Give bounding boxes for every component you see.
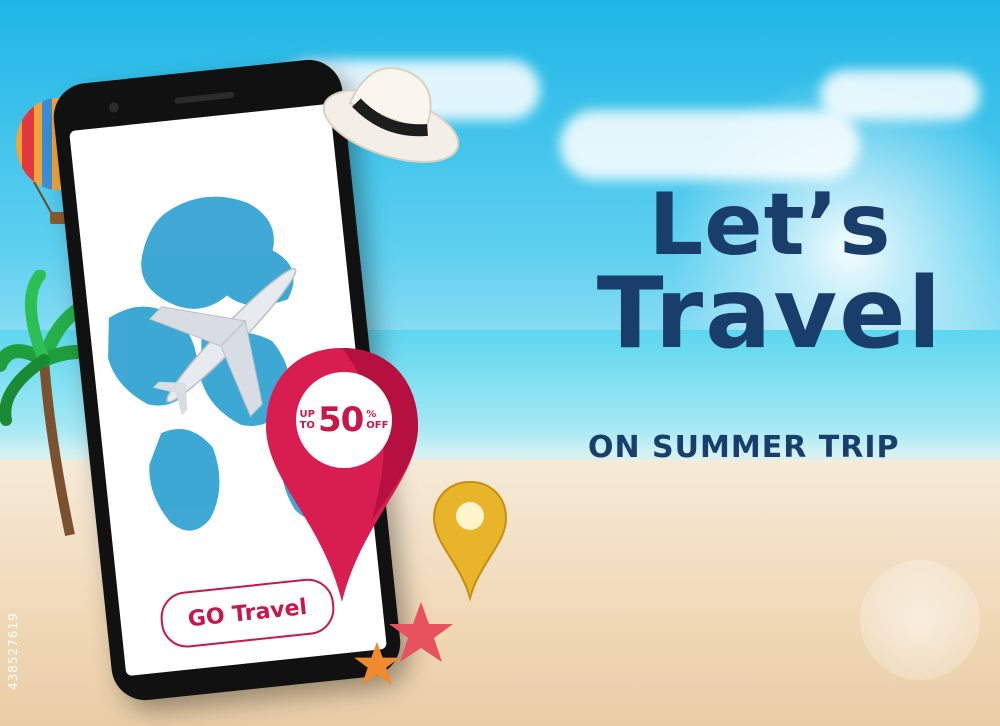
headline-line2: Travel [596, 257, 944, 371]
discount-badge: UP TO 50 % OFF [296, 372, 392, 468]
phone-speaker [174, 91, 235, 104]
badge-prefix: UP TO [299, 409, 315, 431]
gold-pin-icon [432, 480, 508, 602]
stock-id: 438527619 [6, 612, 20, 690]
headline: Let’s Travel [560, 180, 980, 364]
travel-banner: GO Travel UP TO 50 % OFF Let’s Travel ON… [0, 0, 1000, 726]
hat-icon [322, 67, 460, 163]
cloud [560, 110, 860, 180]
discount-value: 50 [317, 400, 364, 440]
starfish-icon [354, 641, 400, 685]
subtitle: ON SUMMER TRIP [588, 430, 900, 465]
phone-camera [108, 101, 120, 113]
badge-suffix: % OFF [366, 409, 389, 431]
cloud [820, 70, 980, 120]
light-bubble [860, 560, 980, 680]
